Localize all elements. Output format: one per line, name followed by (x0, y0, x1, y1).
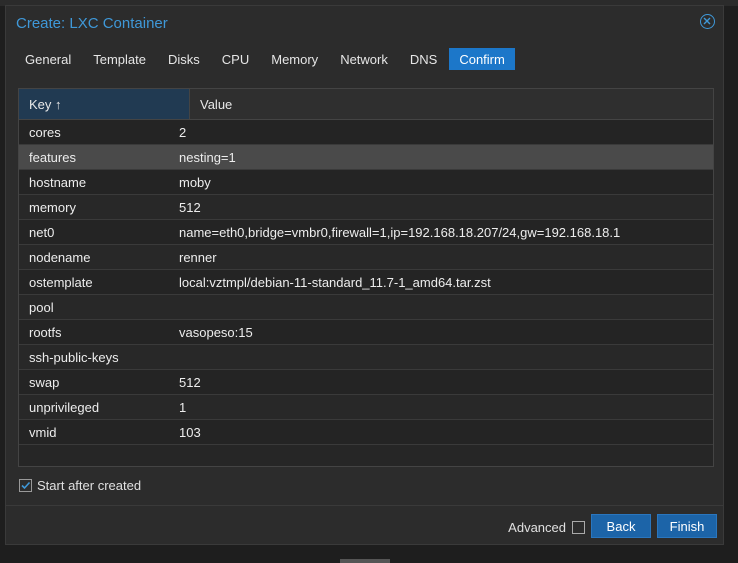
row-value: 512 (179, 375, 201, 390)
row-value (169, 345, 713, 369)
row-value: vasopeso:15 (179, 325, 253, 340)
row-value: 512 (179, 200, 201, 215)
dialog-footer: Advanced Back Finish (6, 505, 723, 547)
back-button[interactable]: Back (591, 514, 651, 538)
row-key: vmid (29, 425, 57, 440)
checkbox-checked-icon[interactable] (19, 479, 32, 492)
row-key: pool (29, 300, 54, 315)
table-row[interactable]: ssh-public-keys (19, 345, 713, 370)
advanced-label: Advanced (508, 520, 566, 535)
advanced-checkbox[interactable] (572, 521, 585, 534)
dialog-title: Create: LXC Container (16, 15, 168, 32)
tab-network[interactable]: Network (330, 48, 398, 70)
row-key: nodename (29, 250, 91, 265)
row-value (169, 295, 713, 319)
row-key: unprivileged (29, 400, 100, 415)
row-key: rootfs (29, 325, 62, 340)
tab-template[interactable]: Template (83, 48, 156, 70)
row-value: nesting=1 (179, 150, 236, 165)
key-column-header[interactable]: Key ↑ (19, 89, 190, 119)
table-row[interactable]: swap 512 (19, 370, 713, 395)
tab-memory[interactable]: Memory (261, 48, 328, 70)
close-icon[interactable] (700, 14, 715, 29)
row-value: name=eth0,bridge=vmbr0,firewall=1,ip=192… (179, 225, 621, 240)
row-value: local:vztmpl/debian-11-standard_11.7-1_a… (179, 275, 491, 290)
advanced-toggle[interactable]: Advanced (508, 520, 585, 535)
row-value: 1 (179, 400, 187, 415)
background-scroll-handle (340, 559, 390, 563)
row-key: cores (29, 125, 61, 140)
table-row[interactable]: vmid 103 (19, 420, 713, 445)
table-row[interactable]: rootfs vasopeso:15 (19, 320, 713, 345)
row-key: hostname (29, 175, 87, 190)
table-row[interactable]: memory 512 (19, 195, 713, 220)
title-bar: Create: LXC Container (6, 6, 723, 42)
row-key: ostemplate (29, 275, 93, 290)
value-column-header[interactable]: Value (190, 89, 713, 119)
row-key: ssh-public-keys (29, 350, 119, 365)
start-after-created-label: Start after created (37, 478, 142, 493)
tab-disks[interactable]: Disks (158, 48, 210, 70)
table-row[interactable]: nodename renner (19, 245, 713, 270)
row-key: memory (29, 200, 76, 215)
row-value: renner (179, 250, 217, 265)
row-value: 2 (179, 125, 187, 140)
tab-general[interactable]: General (15, 48, 81, 70)
grid-body: cores 2 features nesting=1 hostname moby me… (19, 120, 713, 445)
row-value: moby (179, 175, 211, 190)
row-value: 103 (179, 425, 201, 440)
tab-bar: General Template Disks CPU Memory Networ… (15, 48, 517, 70)
table-row[interactable]: net0 name=eth0,bridge=vmbr0,firewall=1,ip… (19, 220, 713, 245)
start-after-created-checkbox[interactable]: Start after created (19, 478, 141, 493)
grid-header: Key ↑ Value (19, 89, 713, 120)
summary-grid: Key ↑ Value cores 2 features nesting=1 hos… (18, 88, 714, 467)
tab-confirm[interactable]: Confirm (449, 48, 515, 70)
row-key: net0 (29, 225, 55, 240)
table-row[interactable]: pool (19, 295, 713, 320)
table-row[interactable]: cores 2 (19, 120, 713, 145)
table-row[interactable]: features nesting=1 (19, 145, 713, 170)
table-row[interactable]: hostname moby (19, 170, 713, 195)
tab-dns[interactable]: DNS (400, 48, 447, 70)
table-row[interactable]: ostemplate local:vztmpl/debian-11-standar… (19, 270, 713, 295)
row-key: swap (29, 375, 60, 390)
table-row[interactable]: unprivileged 1 (19, 395, 713, 420)
finish-button[interactable]: Finish (657, 514, 717, 538)
tab-cpu[interactable]: CPU (212, 48, 259, 70)
dialog-window: Create: LXC Container General Template D… (5, 5, 724, 545)
row-key: features (29, 150, 76, 165)
